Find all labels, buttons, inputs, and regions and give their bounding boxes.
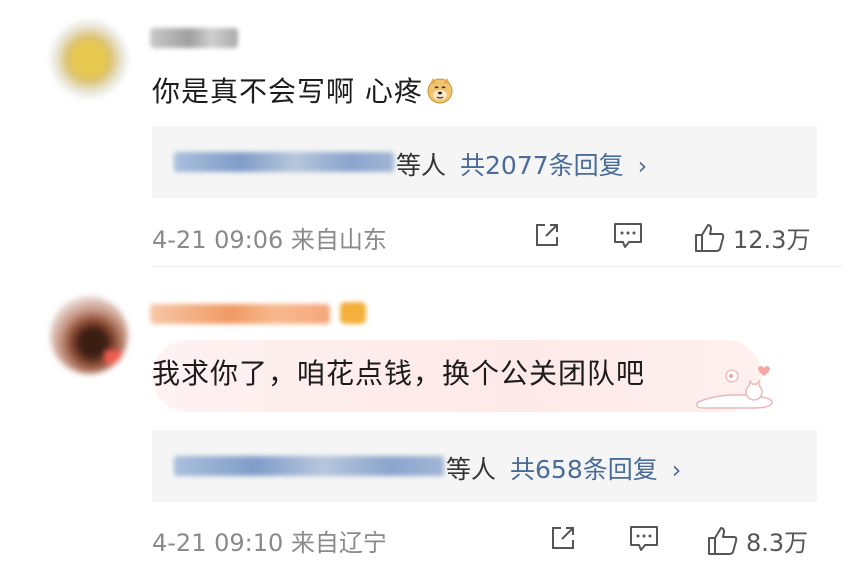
reply-count-link[interactable]: 共658条回复: [510, 455, 658, 484]
chevron-right-icon: ›: [671, 456, 682, 484]
reply-preview[interactable]: 等人 共658条回复 ›: [152, 430, 817, 502]
comment-button[interactable]: [628, 523, 660, 553]
comment-item: 我求你了，咱花点钱，换个公关团队吧 等人 共658条回复 › 4-21 09:10 …: [0, 270, 868, 569]
comment-text: 你是真不会写啊 心疼: [152, 70, 455, 110]
comment-icon: [630, 526, 658, 551]
comment-text: 我求你了，咱花点钱，换个公关团队吧: [152, 357, 646, 390]
chevron-right-icon: ›: [637, 152, 648, 180]
comment-button[interactable]: [612, 220, 644, 250]
cat-sticker-icon: [696, 366, 773, 409]
reply-users-blurred: [174, 152, 394, 172]
reply-users-blurred: [174, 456, 444, 476]
like-icon: [708, 526, 738, 555]
share-icon: [536, 224, 558, 246]
reply-suffix: 等人: [446, 455, 497, 484]
doge-emoji-icon: [427, 78, 453, 104]
share-button[interactable]: [548, 523, 578, 553]
like-icon: [695, 223, 725, 252]
like-button[interactable]: 8.3万: [706, 523, 808, 558]
reply-preview[interactable]: 等人 共2077条回复 ›: [152, 126, 817, 198]
vip-badge: [340, 302, 366, 324]
timestamp-location: 4-21 09:10 来自辽宁: [152, 529, 387, 557]
reply-count-link[interactable]: 共2077条回复: [460, 151, 624, 180]
share-icon: [552, 527, 574, 549]
reply-suffix: 等人: [396, 151, 447, 180]
like-count: 12.3万: [733, 226, 811, 254]
timestamp-location: 4-21 09:06 来自山东: [152, 226, 387, 254]
comment-item: 你是真不会写啊 心疼 等人共2077条回复 › 4-21 09:06 来自山东: [0, 0, 868, 267]
divider: [152, 266, 842, 267]
avatar[interactable]: [50, 296, 128, 374]
comment-icon: [614, 223, 642, 248]
username-blurred[interactable]: [150, 304, 330, 324]
avatar[interactable]: [50, 20, 128, 98]
share-button[interactable]: [532, 220, 562, 250]
like-count: 8.3万: [746, 529, 809, 557]
like-button[interactable]: 12.3万: [693, 220, 810, 255]
username-blurred[interactable]: [150, 28, 238, 48]
